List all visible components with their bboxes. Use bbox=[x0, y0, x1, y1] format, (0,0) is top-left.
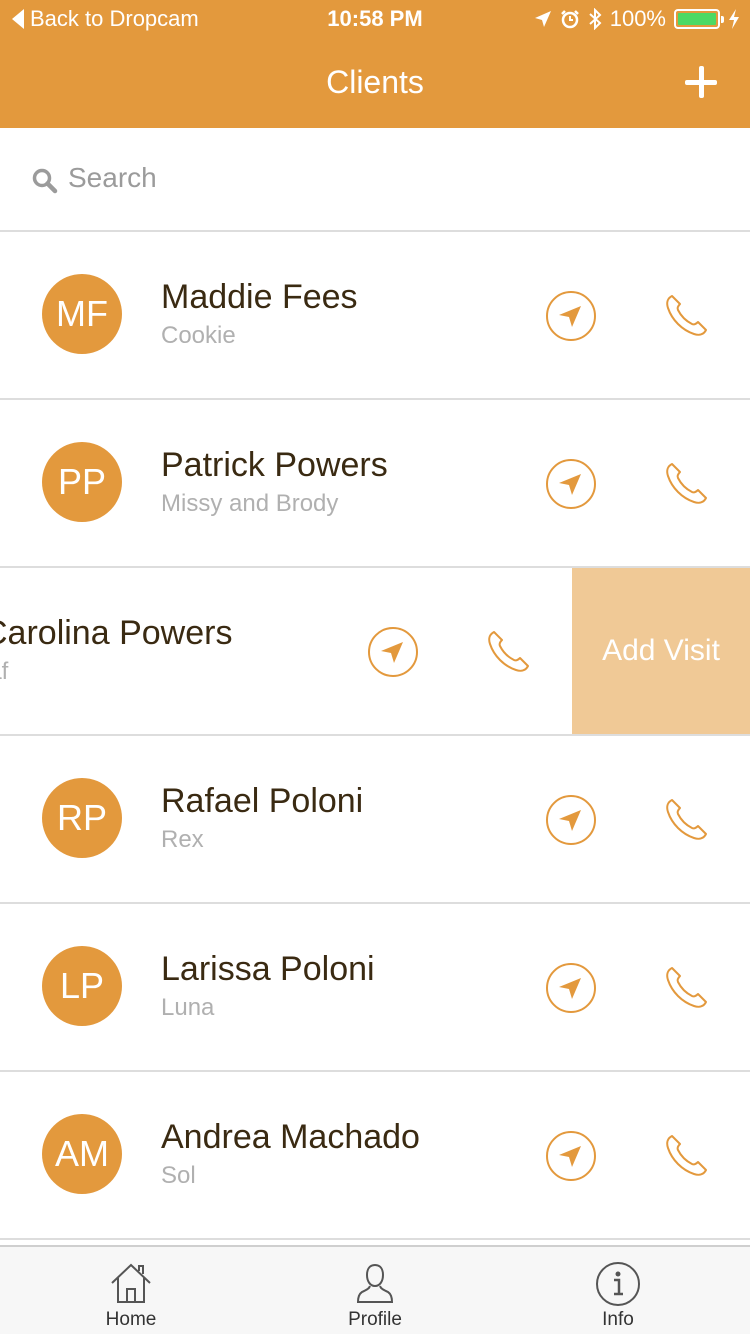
client-pet-names: Cookie bbox=[161, 322, 236, 349]
add-client-button[interactable] bbox=[682, 62, 722, 102]
tab-info-label: Info bbox=[602, 1309, 634, 1330]
client-row-content: RP Rafael Poloni Rex bbox=[0, 736, 750, 902]
avatar: RP bbox=[42, 778, 122, 858]
tab-bar: Home Profile Info bbox=[0, 1245, 750, 1334]
phone-icon[interactable] bbox=[663, 291, 711, 339]
navigate-icon[interactable] bbox=[545, 1130, 597, 1182]
navigate-icon[interactable] bbox=[367, 626, 419, 678]
client-name: Patrick Powers bbox=[161, 446, 388, 484]
phone-icon[interactable] bbox=[663, 795, 711, 843]
status-indicators: 100% bbox=[534, 6, 740, 32]
phone-icon[interactable] bbox=[663, 459, 711, 507]
navigate-icon[interactable] bbox=[545, 290, 597, 342]
phone-icon[interactable] bbox=[663, 1131, 711, 1179]
person-icon bbox=[356, 1263, 394, 1303]
status-bar: Back to Dropcam 10:58 PM 100% bbox=[0, 0, 750, 40]
client-row-content: PP Patrick Powers Missy and Brody bbox=[0, 400, 750, 566]
client-row[interactable]: MF Maddie Fees Cookie bbox=[0, 232, 750, 400]
battery-percent: 100% bbox=[609, 6, 666, 31]
client-pet-names: Missy and Brody bbox=[161, 490, 339, 517]
client-name: Rafael Poloni bbox=[161, 782, 364, 820]
client-name: Larissa Poloni bbox=[161, 950, 375, 988]
avatar: MF bbox=[42, 274, 122, 354]
add-visit-button[interactable]: Add Visit bbox=[572, 568, 750, 734]
battery-icon bbox=[674, 9, 724, 29]
home-icon bbox=[111, 1263, 151, 1303]
client-row-content: MF Maddie Fees Cookie bbox=[0, 232, 750, 398]
avatar: AM bbox=[42, 1114, 122, 1194]
client-name: Maddie Fees bbox=[161, 278, 358, 316]
alarm-icon bbox=[560, 10, 579, 29]
client-row[interactable]: PP Patrick Powers Missy and Brody bbox=[0, 400, 750, 568]
search-icon bbox=[32, 168, 58, 194]
navigate-icon[interactable] bbox=[545, 794, 597, 846]
search-input[interactable] bbox=[68, 158, 708, 198]
tab-home-label: Home bbox=[105, 1309, 157, 1330]
client-pet-names: Luna bbox=[161, 994, 215, 1021]
navigate-icon[interactable] bbox=[545, 458, 597, 510]
tab-info[interactable]: Info bbox=[528, 1247, 708, 1334]
phone-icon[interactable] bbox=[663, 963, 711, 1011]
tab-profile[interactable]: Profile bbox=[285, 1247, 465, 1334]
client-row-content: CP Carolina Powers laf bbox=[0, 568, 572, 734]
charging-bolt-icon bbox=[729, 9, 739, 29]
location-arrow-icon bbox=[534, 11, 551, 27]
navigate-icon[interactable] bbox=[545, 962, 597, 1014]
client-row-content: AM Andrea Machado Sol bbox=[0, 1072, 750, 1238]
client-name: Carolina Powers bbox=[0, 614, 233, 652]
page-title: Clients bbox=[326, 64, 424, 100]
tab-home[interactable]: Home bbox=[41, 1247, 221, 1334]
client-row[interactable]: RP Rafael Poloni Rex bbox=[0, 736, 750, 904]
client-row-content: LP Larissa Poloni Luna bbox=[0, 904, 750, 1070]
bluetooth-icon bbox=[589, 8, 602, 30]
client-row[interactable]: AM Andrea Machado Sol bbox=[0, 1072, 750, 1240]
tab-profile-label: Profile bbox=[348, 1309, 402, 1330]
avatar: PP bbox=[42, 442, 122, 522]
client-pet-names: Sol bbox=[161, 1162, 196, 1189]
client-row-swiped[interactable]: CP Carolina Powers laf Add Visit bbox=[0, 568, 750, 736]
client-pet-names: laf bbox=[0, 658, 9, 685]
avatar: LP bbox=[42, 946, 122, 1026]
client-list: MF Maddie Fees Cookie PP Patrick Powers … bbox=[0, 232, 750, 1240]
search-bar bbox=[0, 128, 750, 232]
info-icon bbox=[596, 1262, 640, 1306]
client-row[interactable]: LP Larissa Poloni Luna bbox=[0, 904, 750, 1072]
client-name: Andrea Machado bbox=[161, 1118, 420, 1156]
client-pet-names: Rex bbox=[161, 826, 204, 853]
phone-icon[interactable] bbox=[485, 627, 533, 675]
header: Back to Dropcam 10:58 PM 100% Clients bbox=[0, 0, 750, 128]
